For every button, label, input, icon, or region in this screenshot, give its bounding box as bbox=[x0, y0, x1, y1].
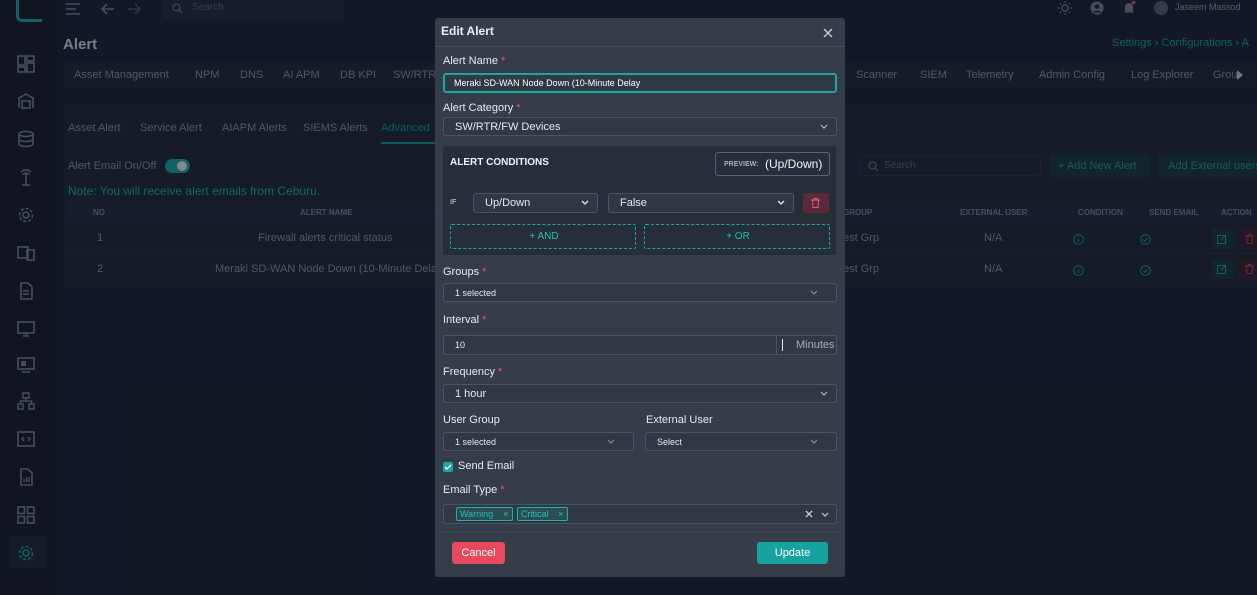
interval-input[interactable]: 10 bbox=[444, 336, 777, 354]
condition-field-value: Up/Down bbox=[485, 197, 531, 209]
edit-alert-modal: Edit Alert Alert Name * Meraki SD-WAN No… bbox=[435, 18, 845, 577]
groups-label-text: Groups bbox=[443, 266, 480, 278]
condition-preview: PREVIEW: (Up/Down) bbox=[715, 152, 830, 176]
email-type-label: Email Type * bbox=[443, 484, 505, 496]
remove-chip-icon[interactable]: × bbox=[503, 508, 508, 520]
chevron-down-icon bbox=[810, 290, 818, 296]
alert-name-label-text: Alert Name bbox=[443, 55, 499, 67]
preview-value: (Up/Down) bbox=[765, 157, 823, 171]
chevron-down-icon bbox=[607, 439, 615, 445]
user-group-label: User Group bbox=[443, 414, 500, 426]
required-mark: * bbox=[482, 314, 487, 326]
preview-label: PREVIEW: bbox=[724, 161, 759, 168]
required-mark: * bbox=[482, 266, 487, 278]
cancel-button[interactable]: Cancel bbox=[452, 542, 505, 564]
clear-all-icon[interactable] bbox=[805, 510, 813, 518]
condition-value-text: False bbox=[620, 197, 647, 209]
check-icon bbox=[444, 464, 452, 470]
groups-label: Groups * bbox=[443, 266, 486, 278]
alert-conditions-panel: ALERT CONDITIONS PREVIEW: (Up/Down) IF U… bbox=[443, 146, 836, 255]
required-mark: * bbox=[500, 484, 505, 496]
modal-title: Edit Alert bbox=[441, 24, 494, 38]
send-email-checkbox[interactable] bbox=[443, 462, 453, 472]
or-button-label: + OR bbox=[726, 231, 750, 242]
frequency-label: Frequency * bbox=[443, 366, 502, 378]
external-user-value: Select bbox=[657, 436, 683, 447]
external-user-label: External User bbox=[646, 414, 713, 426]
required-mark: * bbox=[498, 366, 503, 378]
chevron-down-icon bbox=[820, 124, 828, 130]
frequency-select[interactable]: 1 hour bbox=[443, 384, 837, 403]
condition-value-select[interactable]: False bbox=[608, 193, 794, 213]
alert-name-label: Alert Name * bbox=[443, 55, 505, 67]
email-type-chip-warning: Warning × bbox=[456, 507, 513, 521]
trash-icon bbox=[811, 198, 820, 208]
required-mark: * bbox=[501, 55, 506, 67]
interval-input-group: 10 Minutes bbox=[443, 335, 837, 355]
chip-label: Warning bbox=[460, 509, 494, 519]
condition-field-select[interactable]: Up/Down bbox=[473, 193, 598, 213]
add-and-condition-button[interactable]: + AND bbox=[450, 224, 636, 249]
interval-label-text: Interval bbox=[443, 314, 480, 326]
chevron-down-icon[interactable] bbox=[821, 512, 829, 518]
alert-name-value: Meraki SD-WAN Node Down (10-Minute Delay bbox=[454, 78, 641, 88]
interval-value: 10 bbox=[455, 340, 466, 350]
text-cursor bbox=[782, 339, 783, 351]
alert-category-label-text: Alert Category bbox=[443, 102, 514, 114]
frequency-value: 1 hour bbox=[455, 387, 487, 400]
conditions-title: ALERT CONDITIONS bbox=[450, 157, 549, 168]
if-label: IF bbox=[450, 199, 457, 206]
alert-category-select[interactable]: SW/RTR/FW Devices bbox=[443, 117, 837, 136]
frequency-label-text: Frequency bbox=[443, 366, 495, 378]
email-type-label-text: Email Type bbox=[443, 484, 498, 496]
groups-select[interactable]: 1 selected bbox=[443, 283, 837, 302]
chevron-down-icon bbox=[820, 391, 828, 397]
and-button-label: + AND bbox=[529, 231, 559, 242]
chevron-down-icon bbox=[777, 200, 785, 206]
update-button[interactable]: Update bbox=[757, 542, 828, 564]
chip-label: Critical bbox=[521, 509, 549, 519]
modal-footer-divider bbox=[435, 532, 845, 533]
user-group-select[interactable]: 1 selected bbox=[443, 432, 634, 451]
modal-header-divider bbox=[435, 46, 845, 47]
email-type-chip-critical: Critical × bbox=[517, 507, 568, 521]
chevron-down-icon bbox=[581, 200, 589, 206]
alert-name-input[interactable]: Meraki SD-WAN Node Down (10-Minute Delay bbox=[443, 73, 837, 93]
alert-category-label: Alert Category * bbox=[443, 102, 521, 114]
send-email-label: Send Email bbox=[458, 460, 515, 472]
interval-label: Interval * bbox=[443, 314, 486, 326]
remove-chip-icon[interactable]: × bbox=[558, 508, 563, 520]
close-icon[interactable] bbox=[823, 28, 833, 38]
chevron-down-icon bbox=[810, 439, 818, 445]
add-or-condition-button[interactable]: + OR bbox=[644, 224, 830, 249]
groups-value: 1 selected bbox=[455, 287, 497, 298]
external-user-select[interactable]: Select bbox=[645, 432, 837, 451]
required-mark: * bbox=[516, 102, 521, 114]
user-group-value: 1 selected bbox=[455, 436, 497, 447]
alert-category-value: SW/RTR/FW Devices bbox=[455, 120, 561, 133]
delete-condition-button[interactable] bbox=[803, 193, 829, 213]
interval-unit: Minutes bbox=[796, 339, 835, 351]
